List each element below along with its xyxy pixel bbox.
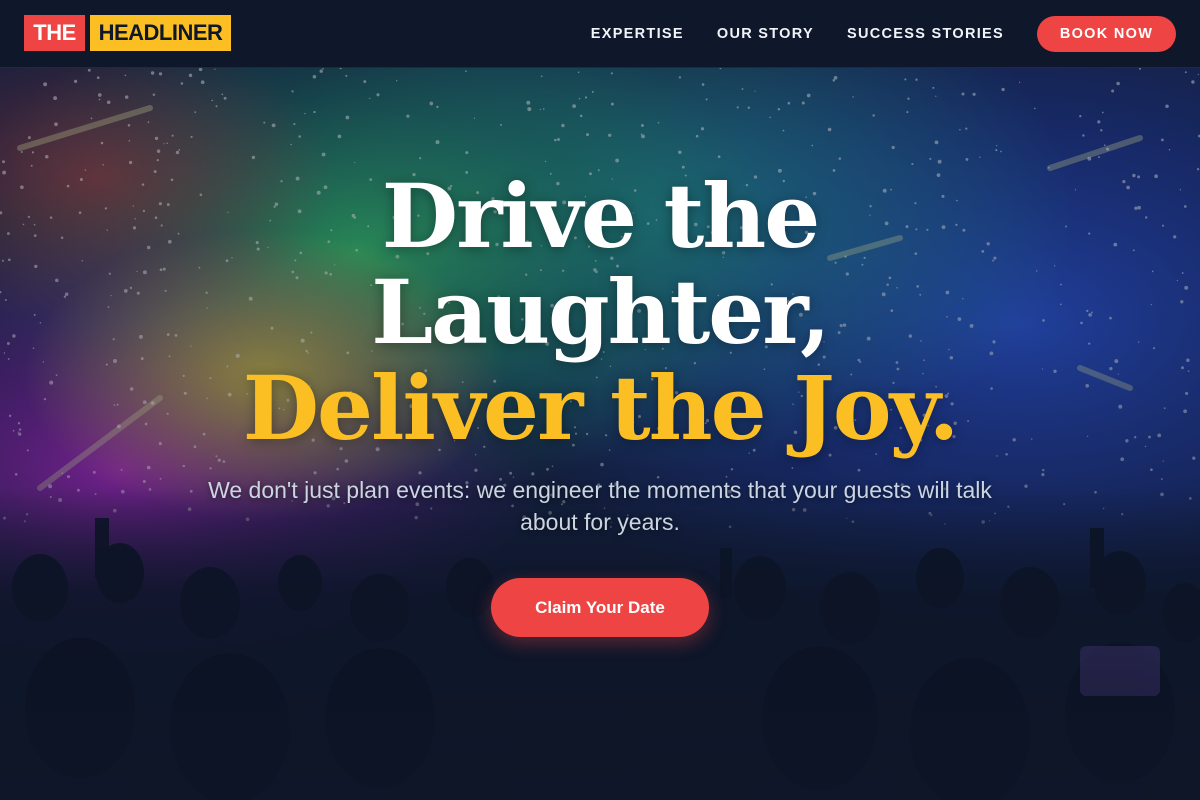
nav-link-expertise[interactable]: EXPERTISE [591,26,684,42]
nav-link-our-story[interactable]: OUR STORY [717,26,814,42]
hero-headline-line-3: Deliver the Joy. [242,356,960,460]
book-now-button[interactable]: BOOK NOW [1037,16,1176,52]
logo-headliner: HEADLINER [90,15,231,51]
hero-headline-line-1: Drive the [381,164,820,268]
hero-section: Drive the Laughter, Deliver the Joy. We … [0,68,1200,800]
claim-your-date-button[interactable]: Claim Your Date [491,578,709,637]
hero-headline-line-2: Laughter, [371,260,831,364]
top-nav: THE HEADLINER EXPERTISE OUR STORY SUCCES… [0,0,1200,68]
hero-subtitle: We don't just plan events: we engineer t… [208,477,992,535]
brand-logo[interactable]: THE HEADLINER [24,15,231,51]
nav-link-success-stories[interactable]: SUCCESS STORIES [847,26,1004,42]
logo-the: THE [24,15,85,51]
nav-links: EXPERTISE OUR STORY SUCCESS STORIES BOOK… [591,16,1176,52]
hero-content: Drive the Laughter, Deliver the Joy. We … [0,68,1200,800]
